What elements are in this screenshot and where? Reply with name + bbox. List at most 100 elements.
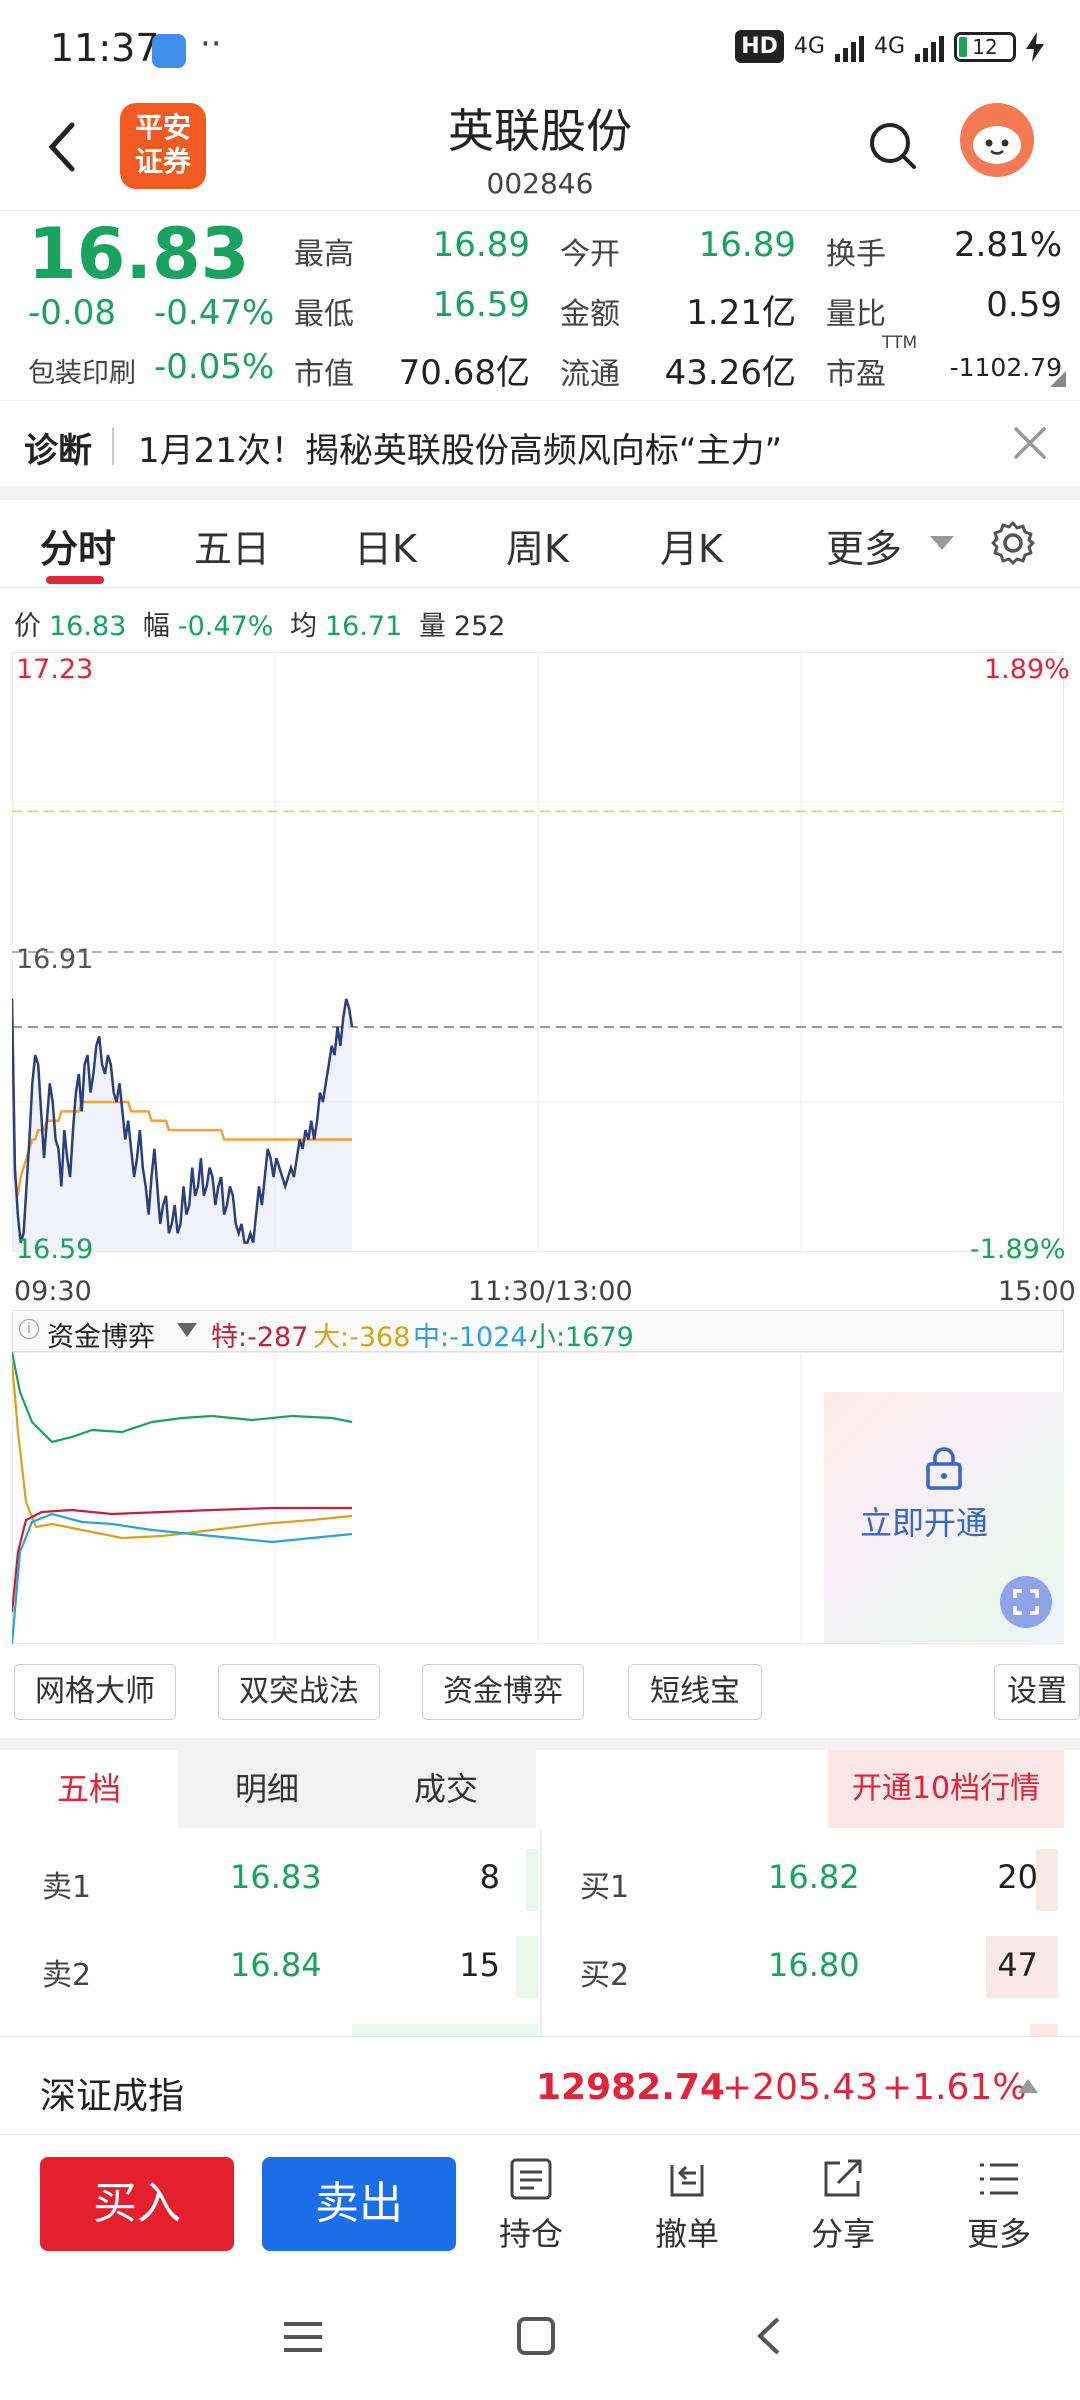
stock-header: 平安 证券 英联股份 002846 — [0, 95, 1080, 210]
index-pct: +1.61% — [882, 2067, 1027, 2108]
te-value: -287 — [247, 1322, 309, 1353]
diagnosis-banner[interactable]: 诊断 1月21次！揭秘英联股份高频风向标“主力” — [0, 400, 1080, 490]
float-value: 43.26亿 — [664, 353, 796, 393]
te-label-text: 特: — [211, 1322, 248, 1353]
info-vol-label: 量 — [418, 611, 446, 642]
more-notifications-icon: ·· — [200, 24, 222, 64]
gear-icon[interactable] — [990, 520, 1036, 566]
quote-panel: 16.83 -0.08 -0.47% 包装印刷 -0.05% 最高 16.89 … — [0, 210, 1080, 400]
sell-row-1[interactable]: 卖1 16.83 8 — [42, 1858, 538, 1938]
tab-details[interactable]: 明细 — [178, 1750, 356, 1828]
chevron-down-icon[interactable] — [930, 536, 954, 552]
xiao-label-text: 小: — [529, 1322, 566, 1353]
position-button[interactable]: 持仓 — [476, 2157, 586, 2255]
app-notification-icon — [152, 34, 186, 68]
tab-trades[interactable]: 成交 — [356, 1750, 536, 1828]
strategy-fund-game[interactable]: 资金博弈 — [422, 1664, 584, 1720]
turnover-value: 2.81% — [953, 225, 1062, 265]
tab-intraday[interactable]: 分时 — [40, 518, 116, 573]
amount-value: 1.21亿 — [686, 293, 796, 333]
tab-daily-k[interactable]: 日K — [354, 518, 417, 573]
sector-name[interactable]: 包装印刷 — [28, 351, 136, 390]
da-value: -368 — [349, 1322, 411, 1353]
buy3-volume-bar — [1030, 2024, 1058, 2036]
pe-label: 市盈 — [826, 357, 886, 392]
cancel-order-button[interactable]: 撤单 — [632, 2157, 742, 2255]
fundflow-selector[interactable]: 资金博弈 — [47, 1315, 155, 1354]
index-value: 12982.74 — [536, 2067, 726, 2108]
section-gap — [0, 1738, 1080, 1750]
cancel-order-label: 撤单 — [654, 2215, 719, 2253]
expand-icon[interactable] — [1000, 1576, 1052, 1628]
tab-five-day[interactable]: 五日 — [194, 518, 270, 573]
low-label: 最低 — [294, 297, 354, 332]
strategy-settings[interactable]: 设置 — [994, 1664, 1080, 1720]
buy2-volume: 47 — [997, 1946, 1038, 1984]
intraday-chart[interactable] — [12, 652, 1064, 1262]
share-button[interactable]: 分享 — [788, 2157, 898, 2255]
tab-weekly-k[interactable]: 周K — [506, 518, 569, 573]
charging-icon — [1026, 31, 1044, 62]
da-label-text: 大: — [313, 1322, 350, 1353]
signal-icon-2 — [915, 32, 944, 62]
volratio-label: 量比 — [826, 297, 886, 332]
battery-icon: 12 — [954, 31, 1016, 62]
strategy-short-line[interactable]: 短线宝 — [628, 1664, 762, 1720]
buy2-label: 买2 — [580, 1958, 630, 1993]
price-change: -0.08 — [28, 293, 116, 333]
zhong-label-text: 中: — [413, 1322, 450, 1353]
turnover-label: 换手 — [826, 237, 886, 272]
orderbook-tabs: 五档 明细 成交 开通10档行情 — [0, 1750, 1080, 1828]
info-avg-label: 均 — [290, 611, 317, 642]
buy-row-1[interactable]: 买1 16.82 20 — [580, 1858, 1040, 1938]
more-list-icon — [980, 2163, 1018, 2195]
selector-dropdown-icon[interactable] — [177, 1323, 197, 1339]
xiao-label: 小:1679 — [529, 1315, 634, 1354]
mktcap-value: 70.68亿 — [398, 353, 530, 393]
position-icon — [510, 2158, 552, 2200]
pe-ttm-sup: TTM — [882, 333, 918, 353]
nav-back-icon[interactable] — [754, 2316, 784, 2356]
sell2-price: 16.84 — [230, 1946, 322, 1984]
status-bar: 11:37 ·· HD 4G 4G 12 — [0, 0, 1080, 95]
section-gap — [0, 486, 1080, 500]
sell1-label: 卖1 — [42, 1870, 92, 1905]
unlock-button[interactable]: 立即开通 — [860, 1498, 988, 1544]
sell-button[interactable]: 卖出 — [262, 2157, 456, 2251]
buy1-volume: 20 — [997, 1858, 1038, 1896]
buy1-price: 16.82 — [768, 1858, 860, 1896]
high-label: 最高 — [294, 237, 354, 272]
strategy-double-break[interactable]: 双突战法 — [218, 1664, 380, 1720]
x-mid-label: 11:30/13:00 — [468, 1276, 633, 1307]
assistant-avatar[interactable] — [960, 103, 1034, 177]
more-button[interactable]: 更多 — [944, 2157, 1054, 2255]
chart-tabs: 分时 五日 日K 周K 月K 更多 — [0, 500, 1080, 588]
sell-row-2[interactable]: 卖2 16.84 15 — [42, 1946, 538, 2026]
tab-monthly-k[interactable]: 月K — [660, 518, 723, 573]
menu-icon[interactable] — [282, 2320, 324, 2354]
tab-five-levels[interactable]: 五档 — [0, 1750, 178, 1828]
x-end-label: 15:00 — [998, 1276, 1076, 1307]
diagnosis-text[interactable]: 1月21次！揭秘英联股份高频风向标“主力” — [138, 423, 782, 472]
info-amp-label: 幅 — [142, 611, 170, 642]
tab-more[interactable]: 更多 — [826, 518, 902, 573]
buy1-label: 买1 — [580, 1870, 630, 1905]
expand-up-icon[interactable] — [1018, 2079, 1038, 2093]
corner-triangle-icon — [1050, 371, 1066, 387]
volratio-value: 0.59 — [986, 285, 1062, 325]
small-order-line — [12, 1352, 353, 1444]
open-level10-button[interactable]: 开通10档行情 — [828, 1750, 1064, 1828]
info-icon[interactable]: i — [19, 1319, 39, 1339]
home-icon[interactable] — [516, 2316, 556, 2356]
search-icon[interactable] — [866, 119, 920, 173]
strategy-grid-master[interactable]: 网格大师 — [14, 1664, 176, 1720]
index-ticker[interactable]: 深证成指 12982.74 +205.43 +1.61% — [0, 2036, 1080, 2134]
orderbook-divider — [540, 1830, 542, 2036]
cancel-order-icon — [670, 2165, 704, 2197]
low-value: 16.59 — [432, 285, 530, 325]
mktcap-label: 市值 — [294, 357, 354, 392]
buy-button[interactable]: 买入 — [40, 2157, 234, 2251]
current-price: 16.83 — [28, 213, 250, 295]
buy-row-2[interactable]: 买2 16.80 47 — [580, 1946, 1040, 2026]
close-icon[interactable] — [1010, 423, 1050, 463]
